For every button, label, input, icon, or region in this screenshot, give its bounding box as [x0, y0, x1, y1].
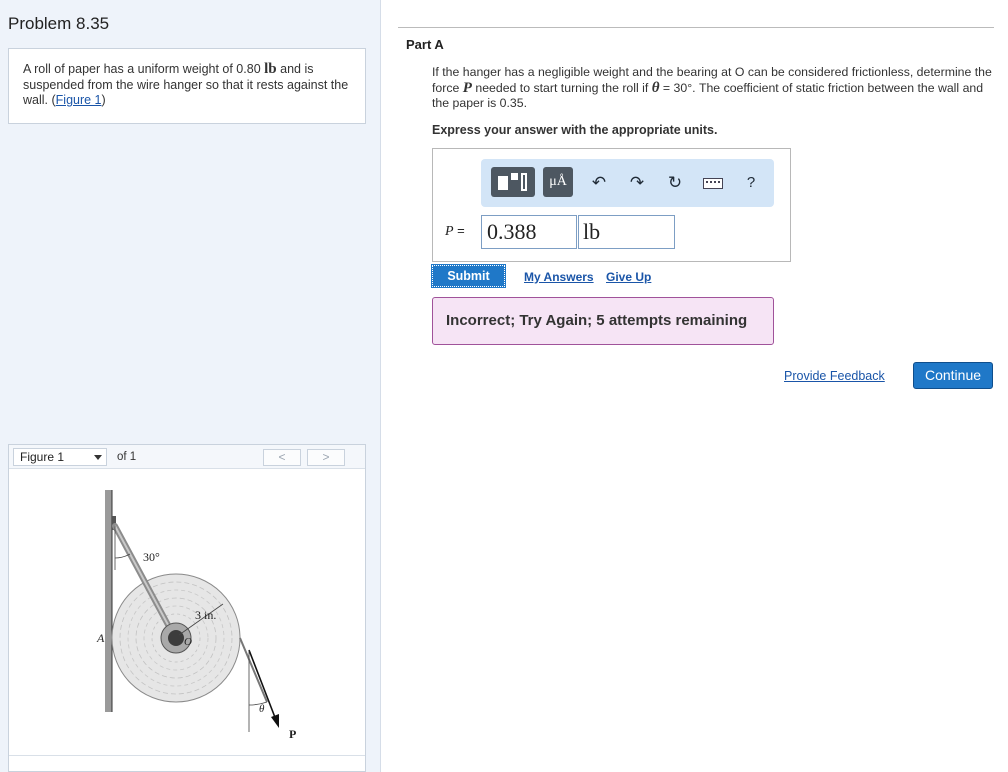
- answer-unit-input[interactable]: lb: [578, 215, 675, 249]
- answer-equals: =: [453, 223, 465, 238]
- chevron-down-icon: [94, 455, 102, 460]
- figure-divider: [9, 755, 365, 756]
- feedback-message: Incorrect; Try Again; 5 attempts remaini…: [432, 297, 774, 345]
- problem-text-1: A roll of paper has a uniform weight of …: [23, 62, 265, 76]
- divider: [398, 27, 994, 28]
- question-var-p: P: [462, 79, 472, 96]
- reset-icon[interactable]: ↻: [665, 172, 685, 194]
- figure-diagram: 30° 3 in. A O θ P: [96, 490, 296, 741]
- force-arrowhead: [271, 714, 279, 728]
- keyboard-icon[interactable]: [703, 178, 723, 189]
- my-answers-link[interactable]: My Answers: [524, 270, 594, 284]
- redo-icon[interactable]: ↷: [627, 172, 647, 194]
- question-text-2: needed to start turning the roll if: [471, 80, 652, 95]
- force-label: P: [289, 727, 296, 741]
- answer-variable-label: P =: [445, 223, 465, 240]
- problem-text-3: ): [101, 93, 106, 107]
- problem-panel: Problem 8.35 A roll of paper has a unifo…: [0, 0, 381, 772]
- theta-label: θ: [259, 703, 265, 715]
- help-icon[interactable]: ?: [741, 172, 761, 194]
- angle-label: 30°: [143, 550, 160, 564]
- units-button[interactable]: μÅ: [543, 167, 573, 197]
- paper-strip: [239, 637, 268, 703]
- figure-count: of 1: [117, 451, 137, 463]
- give-up-link[interactable]: Give Up: [606, 270, 651, 284]
- undo-icon[interactable]: ↶: [589, 172, 609, 194]
- answer-instruction: Express your answer with the appropriate…: [432, 123, 718, 137]
- part-label: Part A: [406, 37, 444, 52]
- figure-panel: Figure 1 of 1 < > 30° 3 in. A O θ P: [8, 444, 366, 772]
- point-a-label: A: [96, 631, 105, 645]
- templates-icon[interactable]: [491, 167, 535, 197]
- submit-button[interactable]: Submit: [431, 264, 506, 288]
- continue-button[interactable]: Continue: [913, 362, 993, 389]
- question-text: If the hanger has a negligible weight an…: [432, 65, 992, 112]
- figure-prev-button[interactable]: <: [263, 449, 301, 466]
- provide-feedback-link[interactable]: Provide Feedback: [784, 369, 885, 383]
- figure-link[interactable]: Figure 1: [56, 93, 102, 107]
- answer-variable: P: [445, 224, 454, 239]
- question-var-theta: θ: [651, 79, 660, 96]
- point-o-label: O: [184, 636, 192, 648]
- figure-select[interactable]: Figure 1: [13, 448, 107, 466]
- problem-title: Problem 8.35: [8, 14, 110, 33]
- figure-select-label: Figure 1: [20, 450, 65, 464]
- wall: [105, 490, 112, 712]
- figure-next-button[interactable]: >: [307, 449, 345, 466]
- weight-unit: lb: [264, 61, 277, 77]
- figure-toolbar: Figure 1 of 1 < >: [9, 445, 365, 469]
- radius-label: 3 in.: [195, 608, 216, 622]
- answer-box: μÅ ↶ ↷ ↻ ? P = 0.388 lb: [432, 148, 791, 262]
- math-toolbar: μÅ ↶ ↷ ↻ ?: [481, 159, 774, 207]
- answer-value-input[interactable]: 0.388: [481, 215, 577, 249]
- problem-statement: A roll of paper has a uniform weight of …: [8, 48, 366, 124]
